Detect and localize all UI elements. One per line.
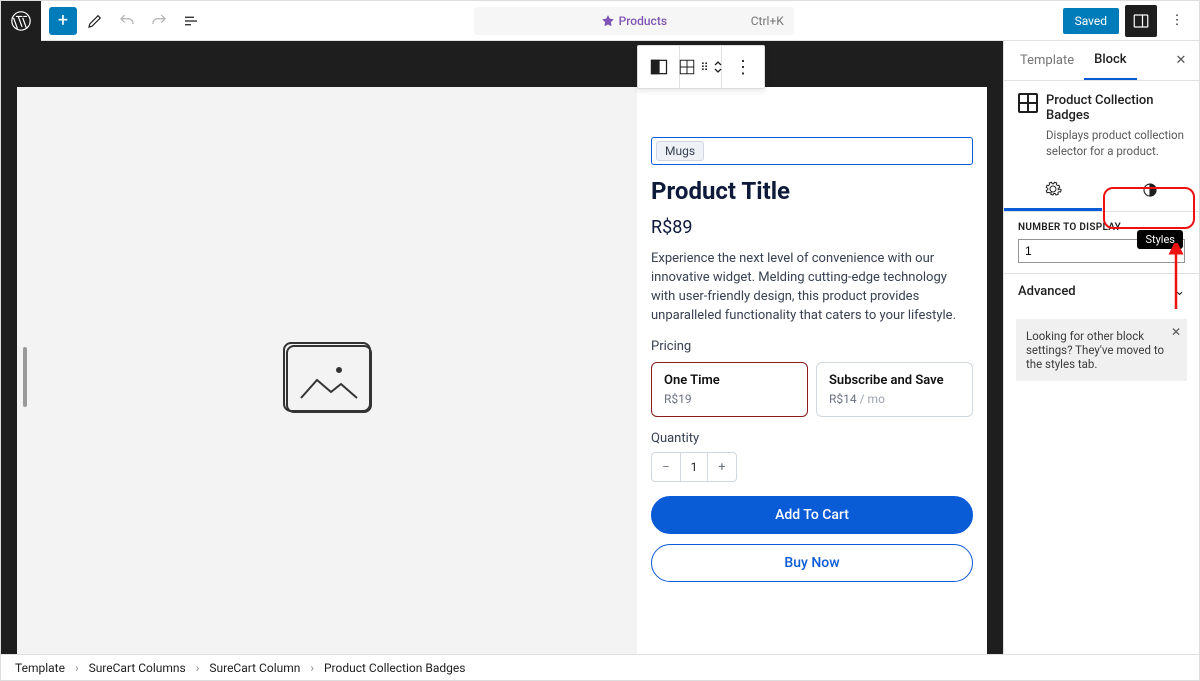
styles-tooltip: Styles bbox=[1137, 230, 1183, 249]
editor-canvas[interactable]: ⠿ ⋮ Mugs Product Title R$89 Experience t… bbox=[17, 87, 987, 654]
saved-button[interactable]: Saved bbox=[1063, 8, 1119, 34]
styles-tab-icon[interactable] bbox=[1102, 169, 1200, 211]
tab-template[interactable]: Template bbox=[1010, 41, 1084, 80]
pricing-label: Pricing bbox=[651, 339, 973, 354]
breadcrumb-item[interactable]: SureCart Columns bbox=[89, 661, 186, 675]
block-toolbar: ⠿ ⋮ bbox=[637, 45, 765, 89]
breadcrumb-item[interactable]: SureCart Column bbox=[209, 661, 300, 675]
buy-now-button[interactable]: Buy Now bbox=[651, 544, 973, 582]
quantity-value: 1 bbox=[680, 453, 708, 481]
quantity-stepper: − 1 + bbox=[651, 452, 737, 482]
quantity-plus[interactable]: + bbox=[708, 453, 736, 481]
dismiss-hint-icon[interactable]: ✕ bbox=[1171, 325, 1181, 339]
tab-block[interactable]: Block bbox=[1084, 41, 1136, 80]
settings-sidebar: Template Block ✕ Product Collection Badg… bbox=[1003, 41, 1199, 654]
edit-icon[interactable] bbox=[81, 7, 109, 35]
undo-icon[interactable] bbox=[113, 7, 141, 35]
quantity-label: Quantity bbox=[651, 431, 973, 446]
block-description: Displays product collection selector for… bbox=[1018, 127, 1185, 159]
advanced-section-toggle[interactable]: Advanced ⌄ bbox=[1004, 273, 1199, 309]
list-view-icon[interactable] bbox=[177, 7, 205, 35]
add-to-cart-button[interactable]: Add To Cart bbox=[651, 496, 973, 534]
pricing-option-onetime[interactable]: One Time R$19 bbox=[651, 362, 808, 417]
breadcrumb: Template› SureCart Columns› SureCart Col… bbox=[1, 654, 1199, 680]
block-more-icon[interactable]: ⋮ bbox=[722, 46, 764, 88]
add-block-button[interactable]: + bbox=[49, 7, 77, 35]
chevron-down-icon: ⌄ bbox=[1174, 284, 1185, 299]
collection-badge-row[interactable]: Mugs bbox=[651, 137, 973, 165]
block-type-icon[interactable] bbox=[638, 46, 680, 88]
document-label: Products bbox=[619, 14, 667, 28]
block-title: Product Collection Badges bbox=[1046, 93, 1185, 123]
quantity-minus[interactable]: − bbox=[652, 453, 680, 481]
document-switcher[interactable]: Products Ctrl+K bbox=[474, 7, 794, 35]
image-placeholder-icon bbox=[283, 342, 371, 412]
product-description: Experience the next level of convenience… bbox=[651, 250, 973, 325]
breadcrumb-item[interactable]: Template bbox=[15, 661, 65, 675]
settings-tab-icon[interactable] bbox=[1004, 169, 1102, 211]
collection-badge: Mugs bbox=[656, 141, 704, 161]
product-price: R$89 bbox=[651, 217, 973, 238]
breadcrumb-item[interactable]: Product Collection Badges bbox=[324, 661, 465, 675]
resize-handle-left[interactable] bbox=[23, 347, 27, 407]
product-title: Product Title bbox=[651, 177, 973, 205]
styles-hint: Looking for other block settings? They'v… bbox=[1016, 319, 1187, 381]
top-toolbar: + Products Ctrl+K Saved ⋮ bbox=[1, 1, 1199, 41]
shortcut-hint: Ctrl+K bbox=[751, 14, 784, 28]
settings-panel-toggle[interactable] bbox=[1125, 5, 1157, 37]
block-columns-icon[interactable]: ⠿ bbox=[680, 46, 722, 88]
close-sidebar-icon[interactable]: ✕ bbox=[1169, 49, 1193, 73]
pricing-option-subscribe[interactable]: Subscribe and Save R$14 / mo bbox=[816, 362, 973, 417]
editor-canvas-wrap: ⠿ ⋮ Mugs Product Title R$89 Experience t… bbox=[1, 41, 1003, 654]
more-options-icon[interactable]: ⋮ bbox=[1163, 7, 1191, 35]
redo-icon[interactable] bbox=[145, 7, 173, 35]
contrast-icon bbox=[1141, 181, 1159, 199]
block-icon bbox=[1018, 93, 1038, 113]
product-column: ⠿ ⋮ Mugs Product Title R$89 Experience t… bbox=[637, 87, 987, 654]
gear-icon bbox=[1044, 180, 1062, 198]
wordpress-logo[interactable] bbox=[1, 1, 41, 41]
